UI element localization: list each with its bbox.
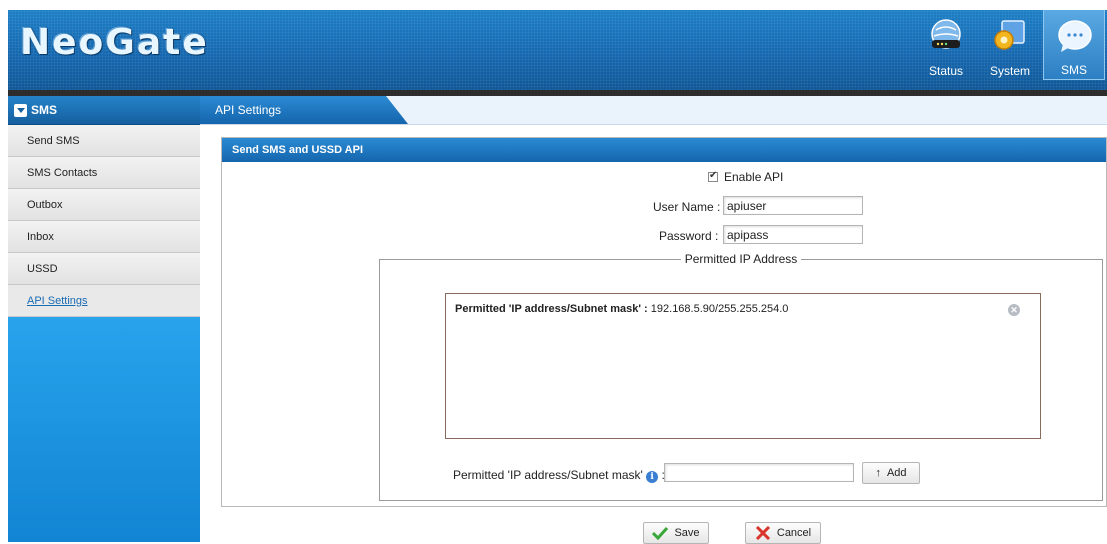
password-label: Password : [659, 229, 719, 243]
cancel-x-icon [755, 526, 770, 540]
add-arrow-icon: ↑ [875, 467, 881, 479]
nav-status-label: Status [928, 64, 964, 78]
remove-entry-icon[interactable]: ✕ [1008, 304, 1020, 316]
enable-api-checkbox[interactable] [708, 170, 718, 182]
permitted-ip-entry: Permitted 'IP address/Subnet mask' : 192… [455, 303, 788, 315]
checkmark-icon [652, 526, 669, 540]
panel-title: Send SMS and USSD API [222, 138, 1106, 162]
cancel-button[interactable]: Cancel [745, 522, 821, 544]
sidebar-item-send-sms[interactable]: Send SMS [8, 125, 200, 157]
sidebar: SMS Send SMS SMS Contacts Outbox Inbox U… [8, 96, 200, 542]
nav-system-label: System [989, 64, 1030, 78]
cancel-button-label: Cancel [776, 527, 812, 539]
add-button-label: Add [886, 467, 907, 479]
sidebar-heading-sms[interactable]: SMS [8, 96, 200, 125]
status-globe-icon [931, 19, 961, 49]
tab-strip: API Settings [200, 96, 1107, 125]
nav-sms-button[interactable]: SMS [1043, 10, 1105, 80]
app-header: NeoGate Status System SMS [8, 10, 1107, 90]
collapse-icon [14, 103, 27, 117]
save-button-label: Save [674, 527, 700, 539]
sms-chat-icon [1058, 20, 1092, 52]
sidebar-item-ussd[interactable]: USSD [8, 253, 200, 285]
sidebar-item-outbox[interactable]: Outbox [8, 189, 200, 221]
add-button[interactable]: ↑ Add [862, 462, 920, 484]
username-input[interactable] [723, 196, 863, 215]
nav-status-button[interactable]: Status [915, 10, 977, 80]
add-ip-label-row: Permitted 'IP address/Subnet mask' i : [453, 468, 665, 483]
permitted-ip-entry-label: Permitted 'IP address/Subnet mask' : [455, 303, 648, 315]
sidebar-item-sms-contacts[interactable]: SMS Contacts [8, 157, 200, 189]
nav-sms-label: SMS [1060, 63, 1087, 77]
enable-api-row: Enable API [708, 170, 783, 184]
nav-system-button[interactable]: System [979, 10, 1041, 80]
save-button[interactable]: Save [643, 522, 709, 544]
neogate-logo: NeoGate [20, 22, 209, 63]
system-gear-icon [994, 20, 1025, 50]
tab-api-settings[interactable]: API Settings [200, 96, 408, 124]
password-input[interactable] [723, 225, 863, 244]
top-navigation: Status System SMS [915, 10, 1107, 90]
permitted-ip-entry-value: 192.168.5.90/255.255.254.0 [650, 303, 789, 315]
permitted-ip-legend: Permitted IP Address [684, 252, 798, 266]
permitted-ip-list: Permitted 'IP address/Subnet mask' : 192… [445, 293, 1041, 439]
sidebar-item-api-settings[interactable]: API Settings [8, 285, 200, 317]
sidebar-item-inbox[interactable]: Inbox [8, 221, 200, 253]
add-ip-input[interactable] [664, 463, 854, 482]
username-label: User Name : [653, 200, 721, 214]
sidebar-background [8, 317, 200, 542]
sidebar-heading-label: SMS [31, 103, 58, 117]
info-icon[interactable]: i [646, 471, 659, 483]
enable-api-label: Enable API [724, 170, 784, 184]
add-ip-label: Permitted 'IP address/Subnet mask' [453, 468, 643, 482]
